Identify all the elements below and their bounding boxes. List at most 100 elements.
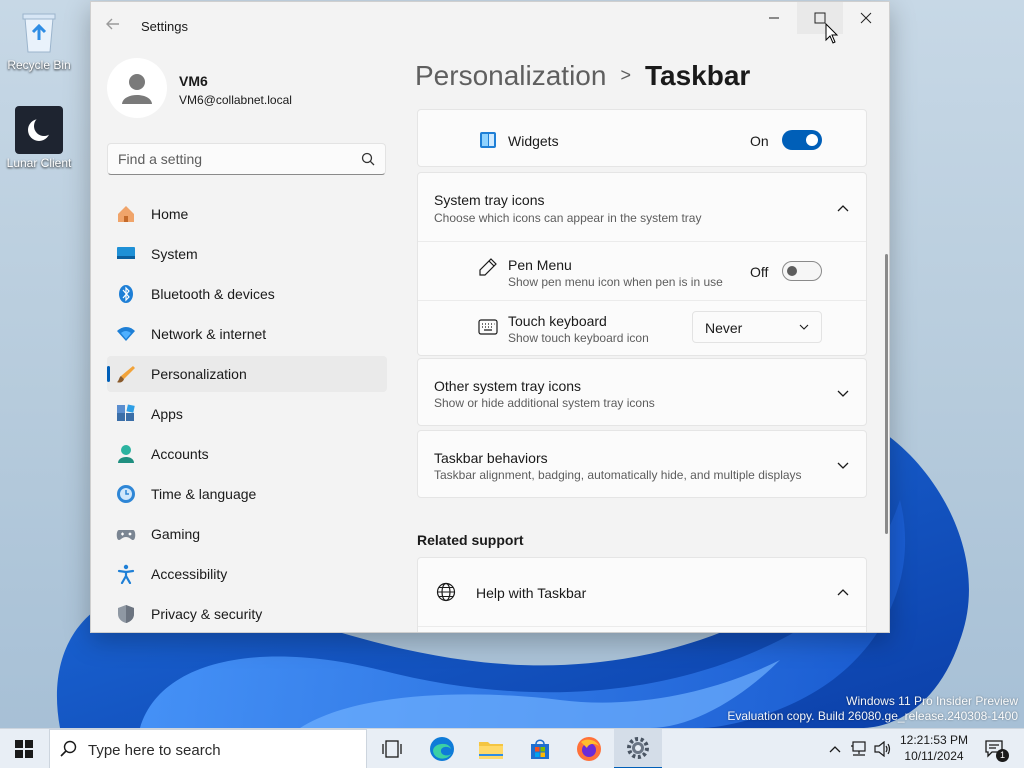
edge-icon <box>430 737 454 761</box>
lunar-client-shortcut[interactable]: Lunar Client <box>3 106 75 170</box>
sidebar-item-label: Time & language <box>151 486 257 502</box>
back-arrow-icon <box>106 18 119 30</box>
pen-menu-toggle[interactable] <box>782 261 822 281</box>
sidebar-item-accounts[interactable]: Accounts <box>107 436 387 472</box>
sidebar-item-privacy[interactable]: Privacy & security <box>107 596 387 632</box>
clock-date: 10/11/2024 <box>904 749 964 763</box>
close-button[interactable] <box>843 2 889 34</box>
taskbar-clock[interactable]: 12:21:53 PM 10/11/2024 <box>898 732 970 764</box>
taskbar-behaviors-card[interactable]: Taskbar behaviors Taskbar alignment, bad… <box>417 430 867 498</box>
divider <box>418 300 866 301</box>
chevron-down-icon[interactable] <box>835 385 851 401</box>
home-icon <box>118 206 134 222</box>
other-tray-card[interactable]: Other system tray icons Show or hide add… <box>417 358 867 426</box>
user-name: VM6 <box>179 73 208 89</box>
store-button[interactable] <box>516 729 564 768</box>
file-explorer-icon <box>479 742 503 759</box>
touch-keyboard-value: Never <box>705 320 743 336</box>
sidebar-item-network[interactable]: Network & internet <box>107 316 387 352</box>
task-view-icon <box>382 740 402 758</box>
other-tray-subtitle: Show or hide additional system tray icon… <box>434 396 655 410</box>
system-tray-subtitle: Choose which icons can appear in the sys… <box>434 211 702 225</box>
system-tray-title: System tray icons <box>434 192 545 208</box>
system-tray-card: System tray icons Choose which icons can… <box>417 172 867 356</box>
user-icon <box>122 74 152 104</box>
notifications-button[interactable]: 1 <box>980 729 1010 768</box>
other-tray-title: Other system tray icons <box>434 378 582 394</box>
sidebar-item-time-language[interactable]: Time & language <box>107 476 387 512</box>
minimize-button[interactable] <box>751 2 797 34</box>
lunar-client-icon <box>15 106 63 154</box>
task-view-button[interactable] <box>368 729 416 768</box>
chevron-up-icon[interactable] <box>835 200 851 216</box>
search-input[interactable] <box>108 144 348 174</box>
widgets-toggle[interactable] <box>782 130 822 150</box>
gaming-icon <box>116 530 136 540</box>
user-email: VM6@collabnet.local <box>179 93 292 107</box>
related-support-heading: Related support <box>417 532 524 548</box>
sidebar-item-label: Accounts <box>151 446 209 462</box>
chevron-down-icon <box>799 324 809 330</box>
firefox-button[interactable] <box>565 729 613 768</box>
help-taskbar-title: Help with Taskbar <box>476 585 587 601</box>
sidebar-item-apps[interactable]: Apps <box>107 396 387 432</box>
sidebar-item-personalization[interactable]: Personalization <box>107 356 387 392</box>
taskbar: 12:21:53 PM 10/11/2024 1 <box>0 728 1024 768</box>
divider <box>418 626 866 627</box>
recycle-bin-shortcut[interactable]: Recycle Bin <box>3 8 75 72</box>
app-title: Settings <box>141 19 188 34</box>
system-tray-header[interactable]: System tray icons Choose which icons can… <box>418 173 866 241</box>
pen-menu-title: Pen Menu <box>508 257 572 273</box>
close-icon <box>860 12 872 24</box>
title-bar: Settings <box>91 2 889 50</box>
chevron-up-icon <box>829 746 841 753</box>
globe-icon <box>436 582 456 602</box>
notification-count-badge: 1 <box>996 749 1009 762</box>
sidebar-item-label: Apps <box>151 406 183 422</box>
file-explorer-button[interactable] <box>467 729 515 768</box>
content-scrollbar[interactable] <box>885 254 888 534</box>
settings-search[interactable] <box>107 143 386 175</box>
pen-menu-subtitle: Show pen menu icon when pen is in use <box>508 275 723 289</box>
network-tray-button[interactable] <box>848 729 870 768</box>
sidebar-item-system[interactable]: System <box>107 236 387 272</box>
accessibility-icon <box>117 564 135 584</box>
chevron-up-icon[interactable] <box>835 584 851 600</box>
accounts-icon <box>118 445 134 463</box>
widgets-state: On <box>750 133 769 149</box>
chevron-down-icon[interactable] <box>835 457 851 473</box>
time-language-icon <box>117 485 135 503</box>
watermark-line2: Evaluation copy. Build 26080.ge_release.… <box>727 709 1018 723</box>
taskbar-search-input[interactable] <box>88 738 348 762</box>
taskbar-search[interactable] <box>49 729 367 768</box>
touch-keyboard-title: Touch keyboard <box>508 313 607 329</box>
widgets-icon <box>480 132 496 148</box>
breadcrumb-parent[interactable]: Personalization <box>415 60 606 91</box>
sidebar-item-label: Personalization <box>151 366 247 382</box>
network-wired-icon <box>851 741 866 756</box>
back-button[interactable] <box>105 16 125 36</box>
pen-menu-state: Off <box>750 264 769 280</box>
sidebar-item-accessibility[interactable]: Accessibility <box>107 556 387 592</box>
sidebar-item-bluetooth[interactable]: Bluetooth & devices <box>107 276 387 312</box>
search-icon[interactable] <box>361 152 375 166</box>
widgets-label: Widgets <box>508 133 559 149</box>
recycle-bin-icon <box>15 8 63 56</box>
breadcrumb: Personalization > Taskbar <box>415 60 750 92</box>
apps-icon <box>117 404 135 421</box>
system-icon <box>117 247 135 259</box>
recycle-bin-label: Recycle Bin <box>7 58 71 72</box>
show-hidden-icons-button[interactable] <box>826 729 844 768</box>
sidebar-item-label: Gaming <box>151 526 201 542</box>
keyboard-icon <box>478 319 498 335</box>
personalization-icon <box>117 366 135 383</box>
volume-tray-button[interactable] <box>872 729 894 768</box>
start-button[interactable] <box>0 729 48 768</box>
edge-button[interactable] <box>418 729 466 768</box>
touch-keyboard-dropdown[interactable]: Never <box>692 311 822 343</box>
help-taskbar-card[interactable]: Help with Taskbar <box>417 557 867 632</box>
sidebar-nav: Home System Bluetooth & devices Network … <box>107 196 387 632</box>
sidebar-item-home[interactable]: Home <box>107 196 387 232</box>
sidebar-item-gaming[interactable]: Gaming <box>107 516 387 552</box>
settings-taskbar-button[interactable] <box>614 729 662 768</box>
